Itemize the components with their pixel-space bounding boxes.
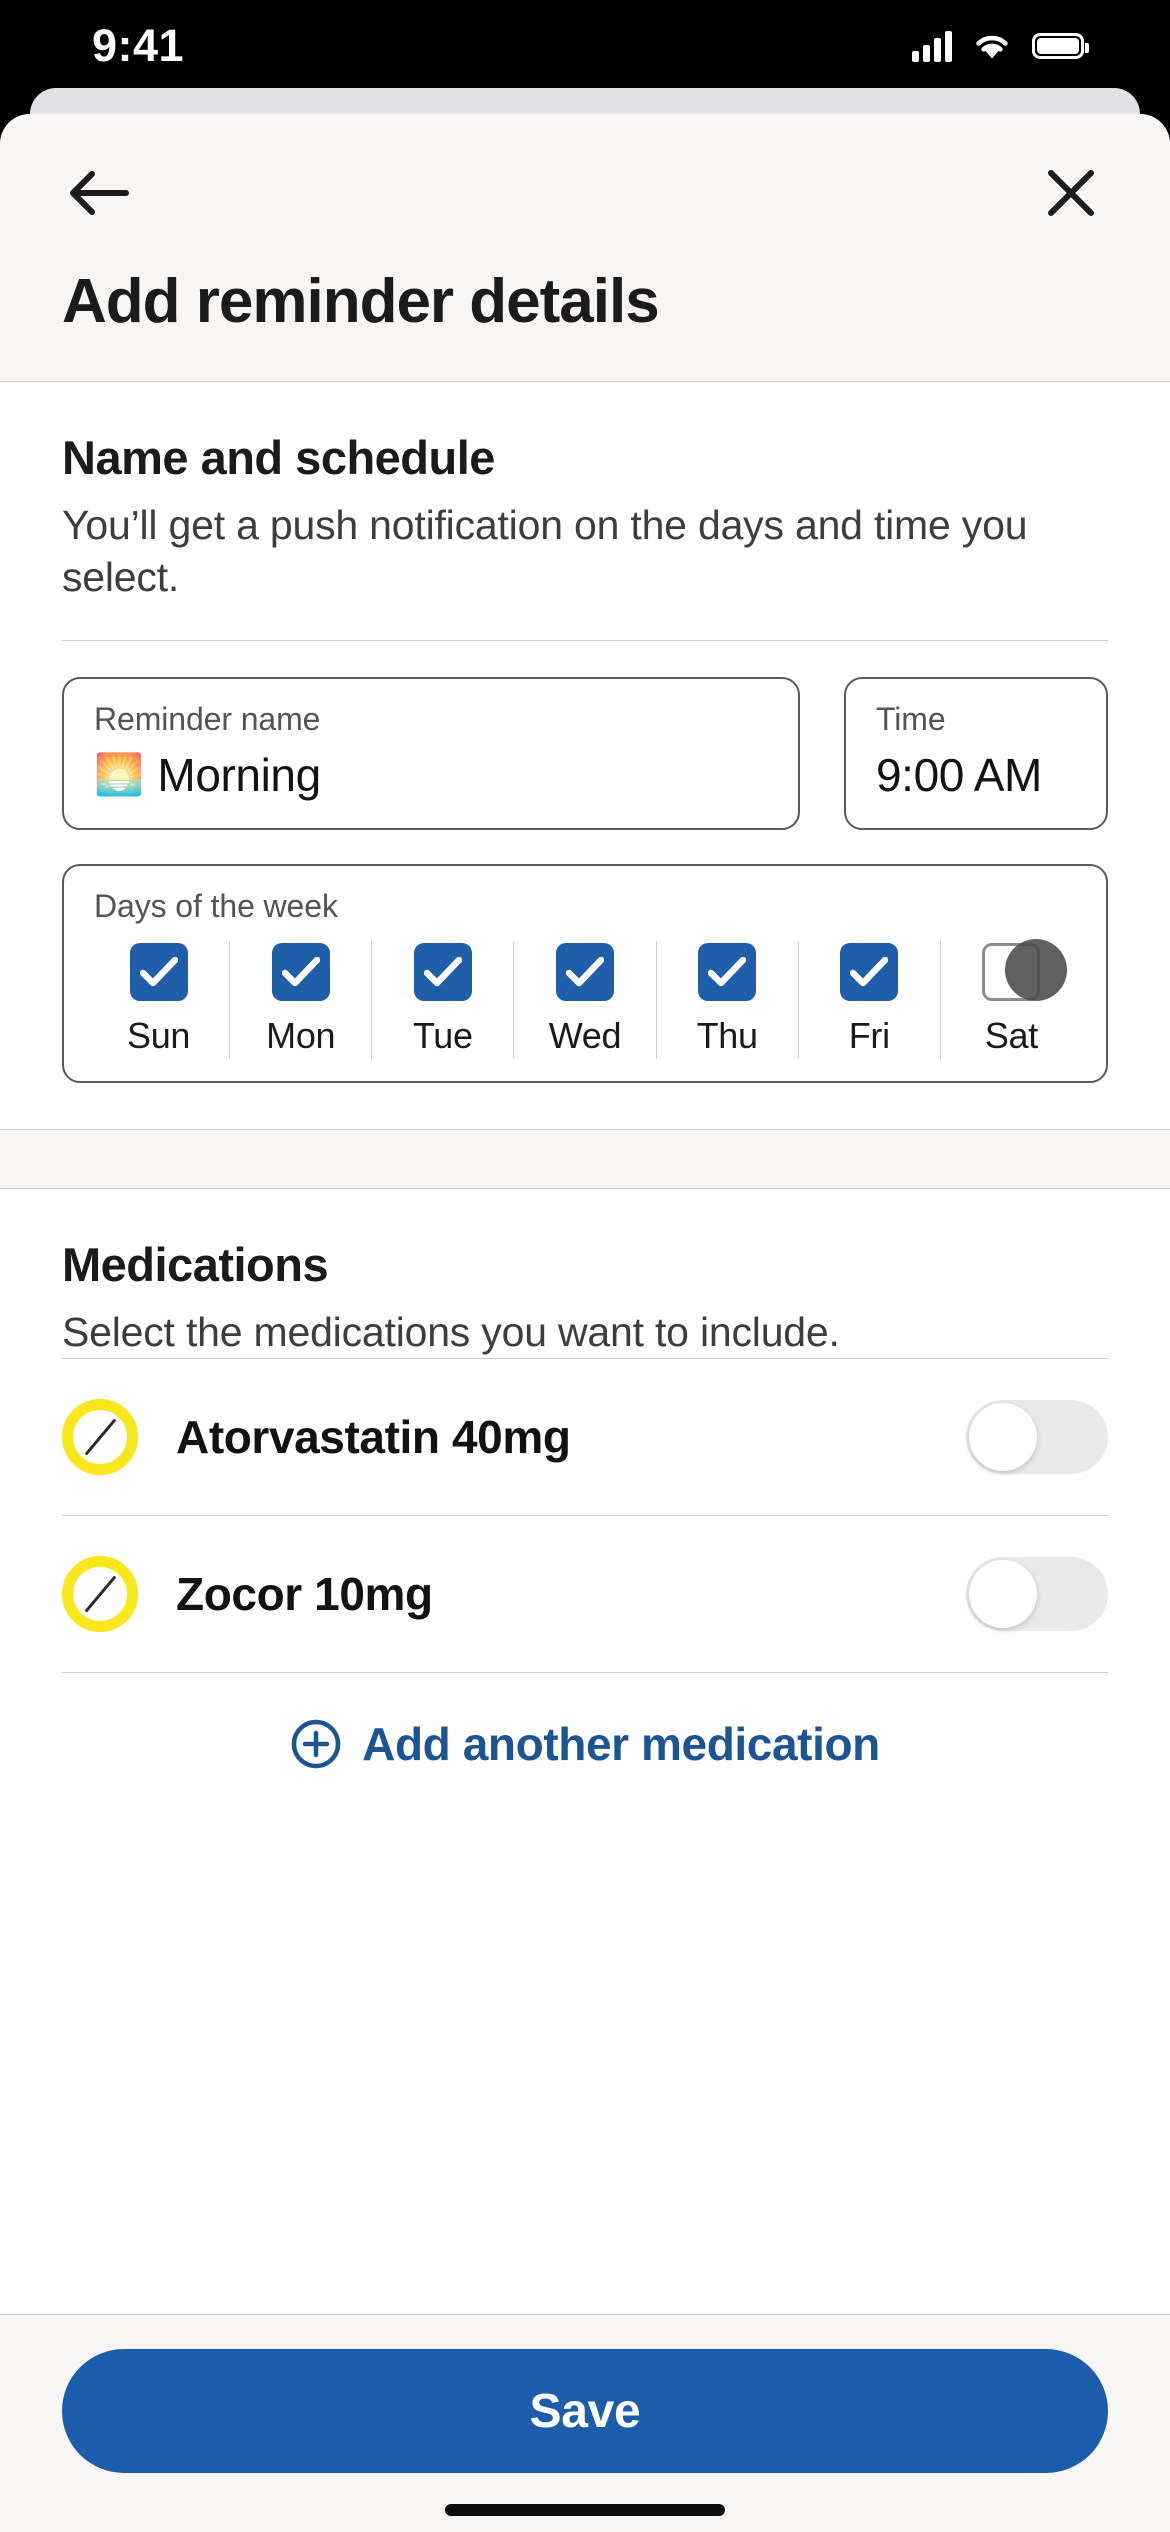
sunrise-emoji-icon: 🌅	[94, 752, 144, 797]
add-another-medication-button[interactable]: Add another medication	[62, 1672, 1108, 1817]
checkbox-checked-icon	[698, 942, 757, 1001]
add-another-medication-label: Add another medication	[362, 1718, 880, 1771]
medication-row[interactable]: Atorvastatin 40mg	[62, 1358, 1108, 1515]
status-bar-indicators	[912, 30, 1089, 62]
schedule-divider	[62, 639, 1108, 641]
pill-icon	[62, 1556, 138, 1633]
plus-circle-icon	[291, 1720, 341, 1769]
days-of-week-grid: Sun Mon Tue Wed Thu Fri Sat	[88, 938, 1082, 1059]
time-label: Time	[876, 700, 946, 737]
schedule-section-description: You’ll get a push notification on the da…	[62, 502, 1028, 601]
toggle-knob	[969, 1403, 1037, 1472]
checkbox-checked-icon	[413, 942, 472, 1001]
reminder-name-input[interactable]: Reminder name 🌅 Morning	[62, 676, 800, 830]
touch-cursor-indicator	[1005, 938, 1068, 1001]
reminder-name-label: Reminder name	[94, 700, 321, 737]
home-indicator	[445, 2504, 725, 2516]
reminder-name-value: Morning	[157, 748, 321, 801]
medication-name: Atorvastatin 40mg	[176, 1411, 571, 1464]
cellular-signal-icon	[912, 30, 952, 62]
status-bar-time: 9:41	[92, 20, 185, 71]
day-label: Wed	[548, 1014, 622, 1056]
day-toggle-tue[interactable]: Tue	[371, 940, 513, 1059]
medication-row[interactable]: Zocor 10mg	[62, 1515, 1108, 1672]
day-toggle-sat[interactable]: Sat	[939, 938, 1082, 1059]
day-toggle-sun[interactable]: Sun	[88, 941, 229, 1059]
medications-section-description: Select the medications you want to inclu…	[62, 1308, 840, 1355]
close-button[interactable]	[1034, 156, 1108, 230]
time-input[interactable]: Time 9:00 AM	[844, 676, 1108, 830]
pill-icon	[62, 1399, 138, 1476]
day-label: Thu	[696, 1014, 758, 1056]
day-label: Sun	[126, 1014, 191, 1056]
checkbox-checked-icon	[129, 942, 188, 1001]
day-toggle-wed[interactable]: Wed	[513, 940, 655, 1059]
medications-section-title: Medications	[62, 1237, 329, 1291]
day-label: Fri	[848, 1014, 890, 1056]
medication-toggle[interactable]	[966, 1400, 1108, 1475]
days-of-week-field: Days of the week Sun Mon Tue Wed Thu Fri Sat	[62, 863, 1108, 1083]
day-toggle-mon[interactable]: Mon	[229, 940, 371, 1059]
medication-name: Zocor 10mg	[176, 1568, 433, 1621]
medication-toggle[interactable]	[966, 1557, 1108, 1632]
day-label: Tue	[412, 1014, 473, 1056]
name-and-schedule-section: Name and schedule You’ll get a push noti…	[0, 382, 1170, 1083]
toggle-knob	[969, 1560, 1037, 1629]
schedule-field-row: Reminder name 🌅 Morning Time 9:00 AM	[62, 676, 1108, 830]
sheet-footer: Save	[0, 2314, 1170, 2532]
page-title: Add reminder details	[62, 267, 660, 336]
section-separator-band	[0, 1128, 1170, 1189]
wifi-icon	[976, 35, 1008, 59]
medications-list: Atorvastatin 40mg Zocor 10mg	[62, 1358, 1108, 1672]
status-bar: 9:41	[0, 0, 1170, 92]
reminder-name-value-row: 🌅 Morning	[94, 748, 768, 802]
battery-icon	[1032, 33, 1089, 59]
medications-section: Medications Select the medications you w…	[0, 1188, 1170, 1818]
time-value: 9:00 AM	[876, 748, 1042, 801]
day-label: Mon	[266, 1014, 336, 1056]
checkbox-checked-icon	[555, 942, 614, 1001]
day-toggle-fri[interactable]: Fri	[797, 940, 940, 1059]
days-of-week-label: Days of the week	[94, 887, 338, 924]
schedule-section-title: Name and schedule	[62, 431, 495, 484]
day-label: Sat	[984, 1014, 1038, 1056]
header-action-bar	[62, 156, 1108, 230]
close-x-icon	[1048, 170, 1094, 216]
checkbox-checked-icon	[271, 942, 330, 1001]
back-arrow-icon	[70, 171, 129, 215]
day-toggle-thu[interactable]: Thu	[655, 940, 798, 1059]
sheet-header: Add reminder details	[0, 114, 1170, 382]
checkbox-checked-icon	[840, 942, 899, 1001]
reminder-details-sheet: Add reminder details Name and schedule Y…	[0, 114, 1170, 2532]
back-button[interactable]	[62, 156, 136, 230]
save-button[interactable]: Save	[62, 2349, 1108, 2473]
